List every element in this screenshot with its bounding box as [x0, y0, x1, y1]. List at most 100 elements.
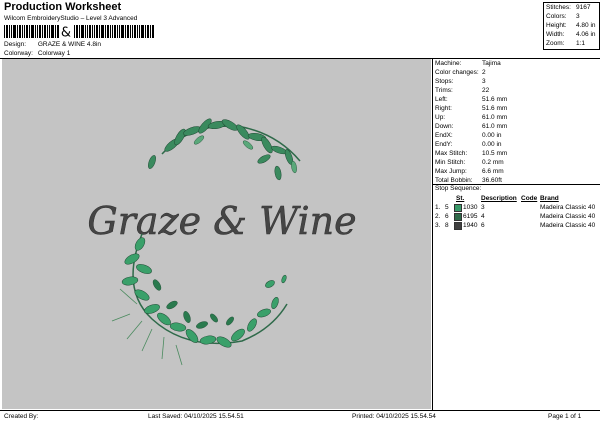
- info-label: EndX:: [435, 132, 453, 139]
- header-code: Code: [521, 195, 538, 202]
- info-value: 22: [482, 87, 490, 94]
- info-value: Tajima: [482, 60, 501, 67]
- stat-value: 4.06 in: [576, 31, 596, 38]
- row-stops: 6: [481, 222, 485, 229]
- stat-value: 3: [576, 13, 580, 20]
- info-label: Color changes:: [435, 69, 479, 76]
- info-value: 36.60ft: [482, 177, 502, 184]
- info-label: Machine:: [435, 60, 462, 67]
- worksheet-title: Production Worksheet: [4, 1, 122, 13]
- row-index: 2.: [435, 213, 441, 220]
- info-row: Left: 51.6 mm: [435, 95, 600, 104]
- machine-info: Machine: Tajima Color changes: 2 Stops: 3 T…: [435, 59, 600, 185]
- stat-label: Colors:: [546, 13, 567, 20]
- info-row: Max Jump: 6.6 mm: [435, 167, 600, 176]
- design-row: Design: GRAZE & WINE 4.8in: [4, 41, 101, 48]
- info-value: 3: [482, 78, 486, 85]
- info-row: Trims: 22: [435, 86, 600, 95]
- row-needle: 6: [445, 213, 449, 220]
- info-row: Up: 61.0 mm: [435, 113, 600, 122]
- info-value: 51.6 mm: [482, 105, 508, 112]
- colorway-value: Colorway 1: [37, 50, 71, 57]
- stat-value: 9167: [576, 4, 591, 11]
- colorway-row: Colorway: Colorway 1: [4, 50, 70, 57]
- row-brand: Madeira Classic 40: [540, 222, 596, 229]
- info-row: Max Stitch: 10.5 mm: [435, 149, 600, 158]
- row-index: 1.: [435, 204, 441, 211]
- info-label: Min Stitch:: [435, 159, 466, 166]
- info-value: 0.00 in: [482, 141, 502, 148]
- stat-label: Height:: [546, 22, 567, 29]
- info-label: Stops:: [435, 78, 454, 85]
- frame-divider-vertical: [432, 58, 433, 410]
- stat-stitches: Stitches: 9167: [544, 3, 599, 12]
- info-row: Down: 61.0 mm: [435, 122, 600, 131]
- info-row: Stops: 3: [435, 77, 600, 86]
- info-value: 6.6 mm: [482, 168, 504, 175]
- info-row: EndY: 0.00 in: [435, 140, 600, 149]
- footer-last-saved: Last Saved: 04/10/2025 15.54.51: [148, 413, 244, 420]
- row-needle: 5: [445, 204, 449, 211]
- info-value: 2: [482, 69, 486, 76]
- footer-created-by: Created By:: [4, 413, 39, 420]
- color-swatch: [454, 204, 462, 212]
- row-stops: 4: [481, 213, 485, 220]
- info-label: Up:: [435, 114, 446, 121]
- design-value: GRAZE & WINE 4.8in: [37, 41, 102, 48]
- info-row: Machine: Tajima: [435, 59, 600, 68]
- info-row: Color changes: 2: [435, 68, 600, 77]
- header-description: Description: [481, 195, 517, 202]
- info-label: Max Jump:: [435, 168, 467, 175]
- info-label: Max Stitch:: [435, 150, 468, 157]
- row-needle: 8: [445, 222, 449, 229]
- info-label: Left:: [435, 96, 448, 103]
- stat-colors: Colors: 3: [544, 12, 599, 21]
- color-swatch: [454, 213, 462, 221]
- info-label: Trims:: [435, 87, 453, 94]
- barcode-image: &: [4, 25, 154, 38]
- svg-text:&: &: [61, 26, 71, 39]
- info-value: 10.5 mm: [482, 150, 508, 157]
- info-row: Total Bobbin: 36.60ft: [435, 176, 600, 185]
- row-code: 6195: [463, 213, 478, 220]
- stat-height: Height: 4.80 in: [544, 21, 599, 30]
- info-row: Right: 51.6 mm: [435, 104, 600, 113]
- info-value: 61.0 mm: [482, 114, 508, 121]
- footer-page: Page 1 of 1: [548, 413, 582, 420]
- info-row: EndX: 0.00 in: [435, 131, 600, 140]
- stat-width: Width: 4.06 in: [544, 30, 599, 39]
- info-label: EndY:: [435, 141, 453, 148]
- stat-value: 1:1: [576, 40, 586, 47]
- row-brand: Madeira Classic 40: [540, 213, 596, 220]
- info-value: 0.00 in: [482, 132, 502, 139]
- row-code: 1030: [463, 204, 478, 211]
- stop-sequence-title: Stop Sequence:: [435, 185, 482, 192]
- header-st: St.: [456, 195, 465, 202]
- info-value: 51.6 mm: [482, 96, 508, 103]
- header-brand: Brand: [540, 195, 559, 202]
- info-value: 61.0 mm: [482, 123, 508, 130]
- design-script-text: Graze & Wine: [87, 199, 356, 243]
- stat-label: Zoom:: [546, 40, 565, 47]
- frame-divider-bottom: [0, 410, 600, 411]
- design-preview: Graze & Wine: [2, 59, 431, 409]
- info-row: Min Stitch: 0.2 mm: [435, 158, 600, 167]
- embroidery-design-image: Graze & Wine: [87, 118, 357, 366]
- stat-zoom: Zoom: 1:1: [544, 39, 599, 48]
- stats-box: Stitches: 9167 Colors: 3 Height: 4.80 in Wi…: [543, 2, 600, 50]
- row-code: 1940: [463, 222, 478, 229]
- design-label: Design:: [4, 41, 27, 48]
- info-value: 0.2 mm: [482, 159, 504, 166]
- info-label: Right:: [435, 105, 452, 112]
- colorway-label: Colorway:: [4, 50, 33, 57]
- footer-printed: Printed: 04/10/2025 15.54.54: [352, 413, 436, 420]
- software-subtitle: Wilcom EmbroideryStudio – Level 3 Advanc…: [4, 15, 138, 22]
- stat-value: 4.80 in: [576, 22, 596, 29]
- color-swatch: [454, 222, 462, 230]
- stat-label: Width:: [546, 31, 565, 38]
- stat-label: Stitches:: [546, 4, 571, 11]
- row-brand: Madeira Classic 40: [540, 204, 596, 211]
- row-index: 3.: [435, 222, 441, 229]
- info-label: Down:: [435, 123, 454, 130]
- row-stops: 3: [481, 204, 485, 211]
